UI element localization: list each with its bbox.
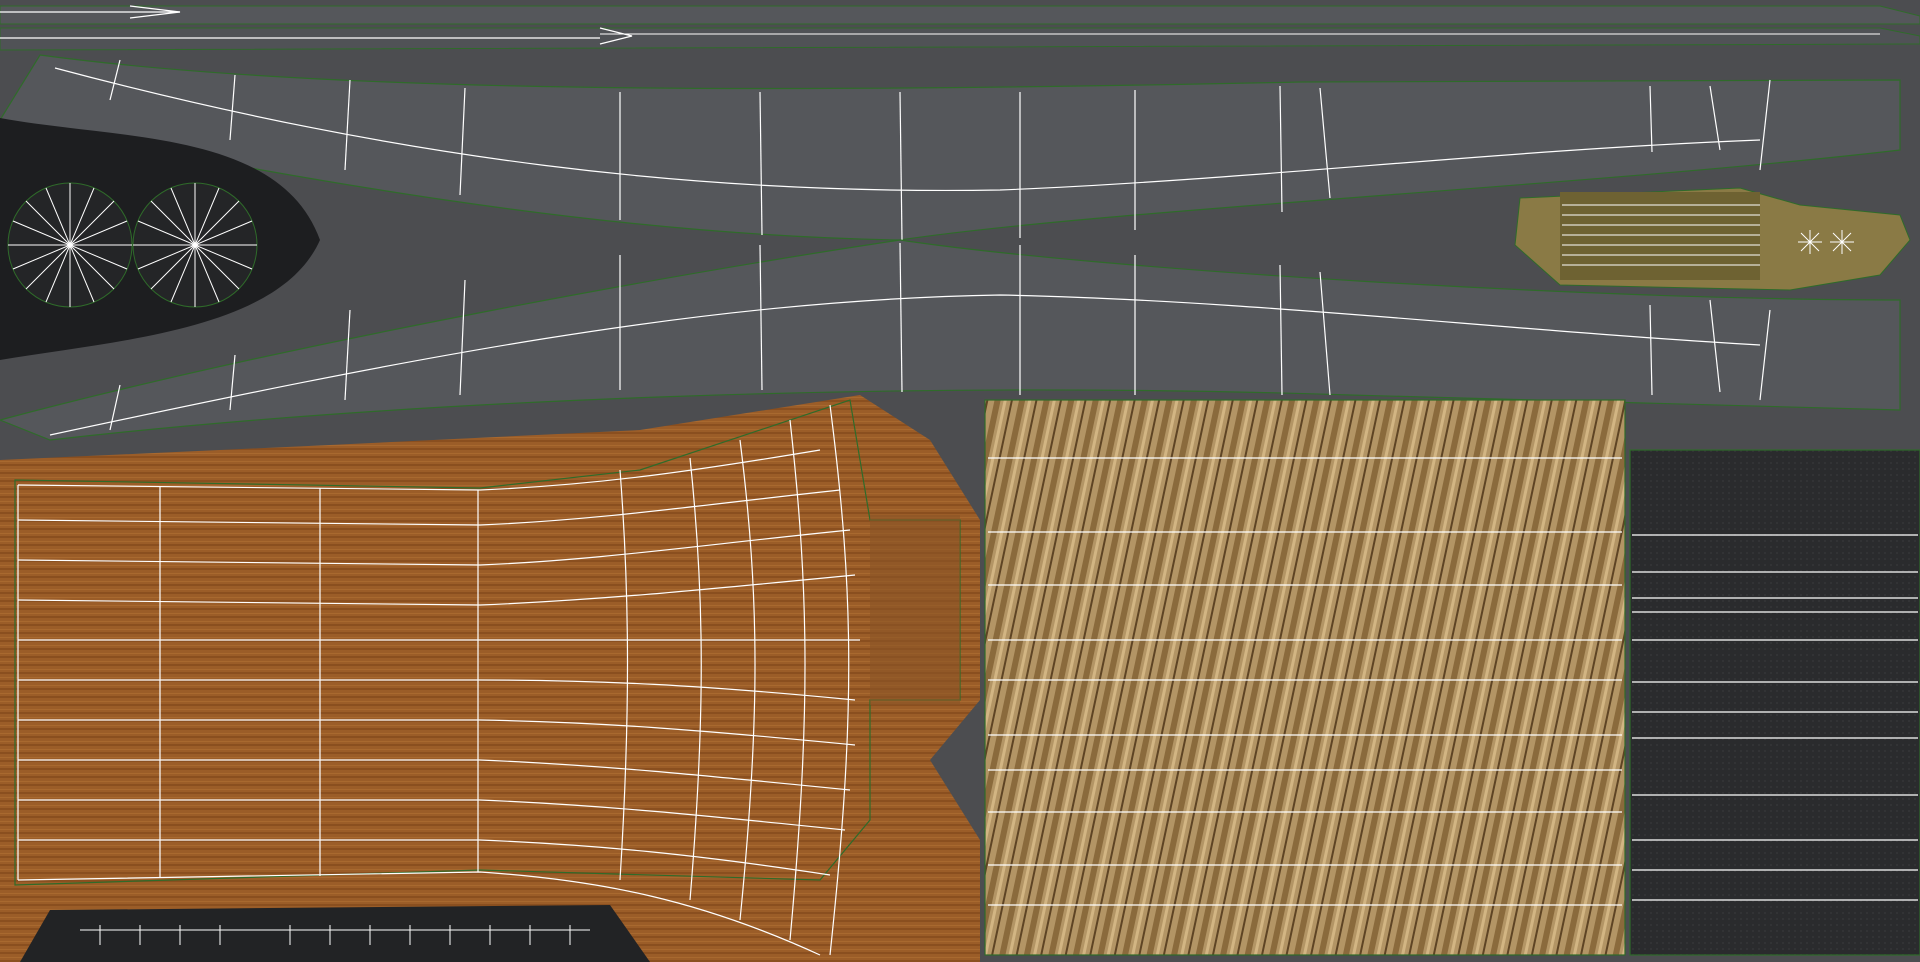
bamboo-panel-island <box>984 399 1626 956</box>
wood-stock-island <box>0 395 980 962</box>
dark-leather-panel-island <box>1629 449 1920 956</box>
strap-strip-island <box>0 5 1920 51</box>
uv-layout-canvas <box>0 5 1920 962</box>
buckle-tab-island <box>1514 187 1911 291</box>
